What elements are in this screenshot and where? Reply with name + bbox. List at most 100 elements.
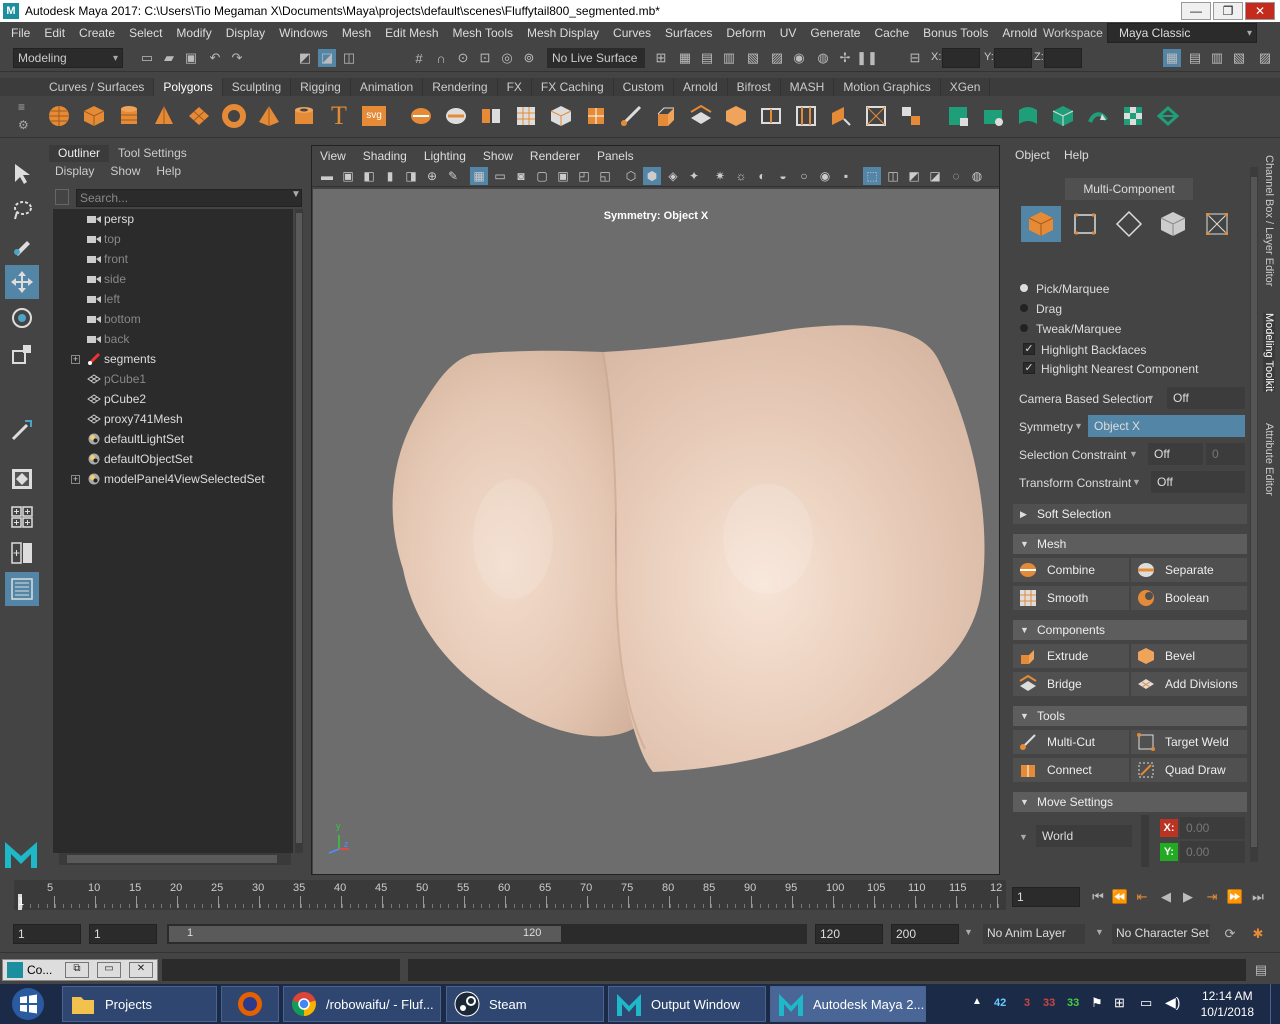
xray-icon[interactable]: ✦ [685,167,703,185]
character-set-field[interactable]: No Character Set [1112,924,1210,944]
paint-select-tool-icon[interactable] [5,229,39,263]
combine-button[interactable]: Combine [1013,558,1129,582]
insert-edge-loop-icon[interactable] [757,102,785,130]
grease-pencil-icon[interactable]: ✎ [444,167,462,185]
y-coord-field[interactable] [994,48,1032,68]
select-component-icon[interactable]: ◫ [340,49,358,67]
snap-point-icon[interactable]: ⊙ [454,49,472,67]
outliner-item-back[interactable]: back [53,329,293,349]
lights-icon[interactable]: ☼ [732,167,750,185]
shelf-menu-icon[interactable]: ≡ [18,100,25,114]
render-view-icon[interactable]: ▥ [720,49,738,67]
menu-mesh-tools[interactable]: Mesh Tools [446,26,520,40]
menu-display[interactable]: Display [219,26,272,40]
poly-cylinder-icon[interactable] [115,102,143,130]
smooth-shade-icon[interactable]: ⬢ [643,167,661,185]
menu-select[interactable]: Select [122,26,169,40]
bevel-shelf-icon[interactable] [722,102,750,130]
edge-mode-icon[interactable] [1109,206,1149,242]
character-set-chevron-icon[interactable]: ▼ [1095,927,1104,937]
outliner-persp-pane-icon[interactable] [5,572,39,606]
layout-toggle-icon[interactable]: ▦ [1163,49,1181,67]
taskbar-item-projects[interactable]: Projects [62,986,217,1022]
bridge-shelf-icon[interactable] [687,102,715,130]
four-pane-icon[interactable] [5,500,39,534]
soft-selection-section[interactable]: Soft Selection [1013,504,1247,524]
menu-cache[interactable]: Cache [867,26,916,40]
tool-settings-toggle-icon[interactable]: ▥ [1208,49,1226,67]
planar-map-icon[interactable] [979,102,1007,130]
quad-draw-button[interactable]: Quad Draw [1131,758,1247,782]
safe-action-icon[interactable]: ◰ [575,167,593,185]
step-forward-frame-icon[interactable]: ⏩ [1226,888,1244,906]
menu-deform[interactable]: Deform [719,26,772,40]
mesh-object[interactable] [313,189,999,874]
snap-view-icon[interactable]: ⊡ [476,49,494,67]
multi-cut-shelf-icon[interactable] [617,102,645,130]
image-plane-icon[interactable]: ◨ [402,167,420,185]
xray-joints-icon[interactable]: ◫ [884,167,902,185]
move-y-field[interactable]: 0.00 [1180,841,1245,863]
target-weld-button[interactable]: Target Weld [1131,730,1247,754]
workspace-dropdown[interactable]: Maya Classic [1107,23,1257,43]
shelf-tab-custom[interactable]: Custom [614,78,674,96]
network-icon[interactable]: ⊞ [1114,995,1125,1011]
grid-icon[interactable]: ▦ [470,167,488,185]
highlight-nearest-checkbox[interactable]: ✓ [1023,362,1035,374]
shelf-tab-arnold[interactable]: Arnold [674,78,728,96]
shelf-tab-rigging[interactable]: Rigging [291,78,351,96]
type-tool-icon[interactable]: T [325,101,353,130]
poly-sphere-icon[interactable] [45,102,73,130]
toolkit-menu-help[interactable]: Help [1064,148,1089,162]
camera-attributes-icon[interactable]: ◧ [360,167,378,185]
outliner-item-persp[interactable]: persp [53,209,293,229]
toolkit-scrollbar[interactable] [1250,167,1258,862]
cut-uv-edges-icon[interactable] [1154,102,1182,130]
xray-active-icon[interactable]: ◩ [905,167,923,185]
smooth-button[interactable]: Smooth [1013,586,1129,610]
shelf-tab-bifrost[interactable]: Bifrost [728,78,781,96]
poly-pyramid-icon[interactable] [255,102,283,130]
outliner-item-pcube2[interactable]: pCube2 [53,389,293,409]
outliner-menu-show[interactable]: Show [110,162,140,180]
symmetry-chevron-icon[interactable]: ▼ [1074,421,1083,431]
checker-map-icon[interactable] [1119,102,1147,130]
device-icon[interactable]: ▭ [1140,995,1152,1011]
retopo-shelf-icon[interactable] [582,102,610,130]
time-slider-track[interactable]: 5 10 15 20 25 30 35 40 45 50 55 60 65 70 75 80 85 90 95 100… [14,880,1006,910]
snap-grid-icon[interactable]: # [410,49,428,67]
shelf-tab-motion-graphics[interactable]: Motion Graphics [834,78,941,96]
move-x-field[interactable]: 0.00 [1180,817,1245,839]
viewport-canvas[interactable]: Symmetry: Object X y z [313,189,999,874]
action-center-flag-icon[interactable]: ⚑ [1091,995,1103,1011]
unfold-uv-icon[interactable] [1084,102,1112,130]
taskbar-item-maya[interactable]: Autodesk Maya 2... [770,986,926,1022]
outliner-item-proxy741mesh[interactable]: proxy741Mesh [53,409,293,429]
redo-icon[interactable]: ↷ [228,49,246,67]
viewport-menu-renderer[interactable]: Renderer [530,149,580,163]
menu-modify[interactable]: Modify [169,26,218,40]
x-coord-field[interactable] [942,48,980,68]
safe-title-icon[interactable]: ◱ [596,167,614,185]
outliner-item-side[interactable]: side [53,269,293,289]
ambient-occlusion-icon[interactable]: ◒ [774,167,792,185]
taskbar-item-firefox[interactable] [221,986,279,1022]
arnold-render-icon[interactable]: ◍ [814,49,832,67]
bookmarks-icon[interactable]: ▮ [381,167,399,185]
menu-generate[interactable]: Generate [803,26,867,40]
go-to-start-icon[interactable]: ⏮ [1089,888,1107,906]
2d-pan-zoom-icon[interactable]: ⊕ [423,167,441,185]
expand-icon[interactable]: + [71,354,80,364]
poly-cube-icon[interactable] [80,102,108,130]
mirror-shelf-icon[interactable] [477,102,505,130]
script-editor-icon[interactable]: ▤ [1252,961,1270,979]
merge-center-icon[interactable] [897,102,925,130]
step-back-key-icon[interactable]: ⇤ [1133,888,1151,906]
playback-start-field[interactable]: 1 [89,924,157,944]
camera-based-selection-field[interactable]: Off [1167,387,1245,409]
outliner-filter-icon[interactable] [55,189,69,205]
object-mode-icon[interactable] [1021,206,1061,242]
poly-torus-icon[interactable] [220,102,248,130]
menu-file[interactable]: File [4,26,37,40]
menu-curves[interactable]: Curves [606,26,658,40]
